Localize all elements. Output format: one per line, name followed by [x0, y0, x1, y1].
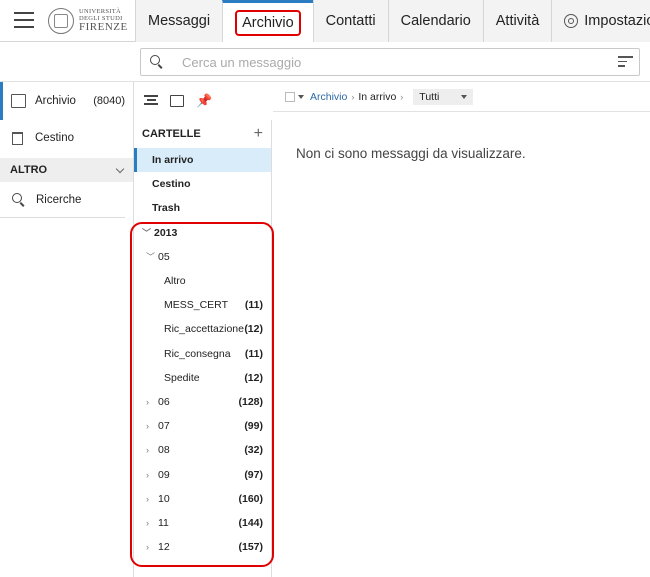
chevron-right-icon: › [146, 517, 149, 528]
select-dropdown-icon[interactable] [298, 94, 304, 99]
select-all-checkbox[interactable] [285, 91, 295, 102]
chevron-right-icon: › [146, 445, 149, 456]
folder-icon[interactable] [170, 95, 184, 107]
folder-cestino[interactable]: Cestino [134, 172, 271, 196]
search-input[interactable] [182, 54, 582, 70]
logo-text-line3: FIRENZE [79, 21, 128, 33]
archive-folder-icon [11, 94, 26, 108]
empty-state-message: Non ci sono messaggi da visualizzare. [296, 146, 526, 161]
university-logo: UNIVERSITÀ DEGLI STUDI FIRENZE [48, 6, 128, 36]
chevron-right-icon: › [146, 469, 149, 480]
breadcrumb-separator-icon: › [400, 91, 404, 102]
pin-icon[interactable]: 📌 [196, 94, 212, 107]
chevron-down-icon [461, 94, 468, 99]
folder-month-12[interactable]: › 12 (157) [134, 535, 271, 559]
sidebar-item-ricerche[interactable]: Ricerche [0, 182, 125, 218]
folder-spedite[interactable]: Spedite (12) [134, 366, 271, 390]
breadcrumb-archivio[interactable]: Archivio [310, 91, 347, 103]
tab-calendario[interactable]: Calendario [387, 0, 483, 42]
search-box [140, 48, 640, 76]
add-folder-button[interactable]: + [254, 125, 263, 143]
sidebar-item-cestino[interactable]: Cestino [0, 120, 133, 156]
chevron-right-icon: › [146, 396, 149, 407]
folder-altro[interactable]: Altro [134, 269, 271, 293]
chevron-right-icon: › [146, 493, 149, 504]
folder-in-arrivo[interactable]: In arrivo [134, 148, 271, 173]
search-icon [12, 192, 26, 207]
search-filter-icon[interactable] [618, 56, 633, 68]
trash-icon [12, 131, 23, 145]
folder-month-05[interactable]: ﹀ 05 [134, 245, 271, 269]
folder-month-10[interactable]: › 10 (160) [134, 487, 271, 511]
folders-header: CARTELLE + [142, 125, 263, 143]
chevron-right-icon: › [146, 542, 149, 553]
sidebar-item-archivio[interactable]: Archivio (8040) [0, 82, 133, 120]
archivio-count: (8040) [93, 95, 125, 107]
message-list-toolbar: Archivio › In arrivo › Tutti [273, 82, 650, 112]
filter-dropdown[interactable]: Tutti [413, 88, 474, 105]
breadcrumb-current: In arrivo [358, 90, 397, 103]
tab-impostazioni[interactable]: Impostazioni [551, 0, 650, 42]
folder-ric-accettazione[interactable]: Ric_accettazione (12) [134, 317, 271, 341]
folder-year-2013[interactable]: ﹀ 2013 [134, 221, 271, 245]
folder-month-09[interactable]: › 09 (97) [134, 462, 271, 486]
folder-tree: CARTELLE + In arrivo Cestino Trash ﹀ 2013… [134, 120, 272, 577]
folder-ric-consegna[interactable]: Ric_consegna (11) [134, 342, 271, 366]
tab-messaggi[interactable]: Messaggi [135, 0, 223, 42]
list-view-icon[interactable] [144, 95, 158, 107]
chevron-right-icon: › [146, 421, 149, 432]
folder-trash[interactable]: Trash [134, 196, 271, 220]
main-tabs: Messaggi Archivio Contatti Calendario At… [135, 0, 650, 42]
chevron-down-icon [115, 164, 125, 173]
tab-contatti[interactable]: Contatti [312, 0, 388, 42]
tab-attivita[interactable]: Attività [482, 0, 552, 42]
university-seal-icon [48, 8, 74, 34]
folder-mess-cert[interactable]: MESS_CERT (11) [134, 293, 271, 317]
search-row [0, 42, 650, 82]
folder-toolbar: 📌 [134, 82, 272, 120]
breadcrumb-separator-icon: › [351, 91, 355, 102]
chevron-down-icon: ﹀ [142, 228, 152, 239]
tab-archivio[interactable]: Archivio [222, 0, 313, 42]
folder-month-07[interactable]: › 07 (99) [134, 414, 271, 438]
folder-month-06[interactable]: › 06 (128) [134, 390, 271, 414]
chevron-down-icon: ﹀ [146, 252, 156, 263]
hamburger-menu-icon[interactable] [14, 12, 34, 28]
section-altro[interactable]: ALTRO [0, 158, 133, 182]
folder-month-11[interactable]: › 11 (144) [134, 511, 271, 535]
folder-month-08[interactable]: › 08 (32) [134, 438, 271, 462]
gear-icon [564, 14, 579, 28]
left-sidebar: Archivio (8040) Cestino ALTRO Ricerche [0, 82, 134, 577]
top-bar: UNIVERSITÀ DEGLI STUDI FIRENZE Messaggi … [0, 0, 650, 42]
search-icon [150, 55, 164, 69]
